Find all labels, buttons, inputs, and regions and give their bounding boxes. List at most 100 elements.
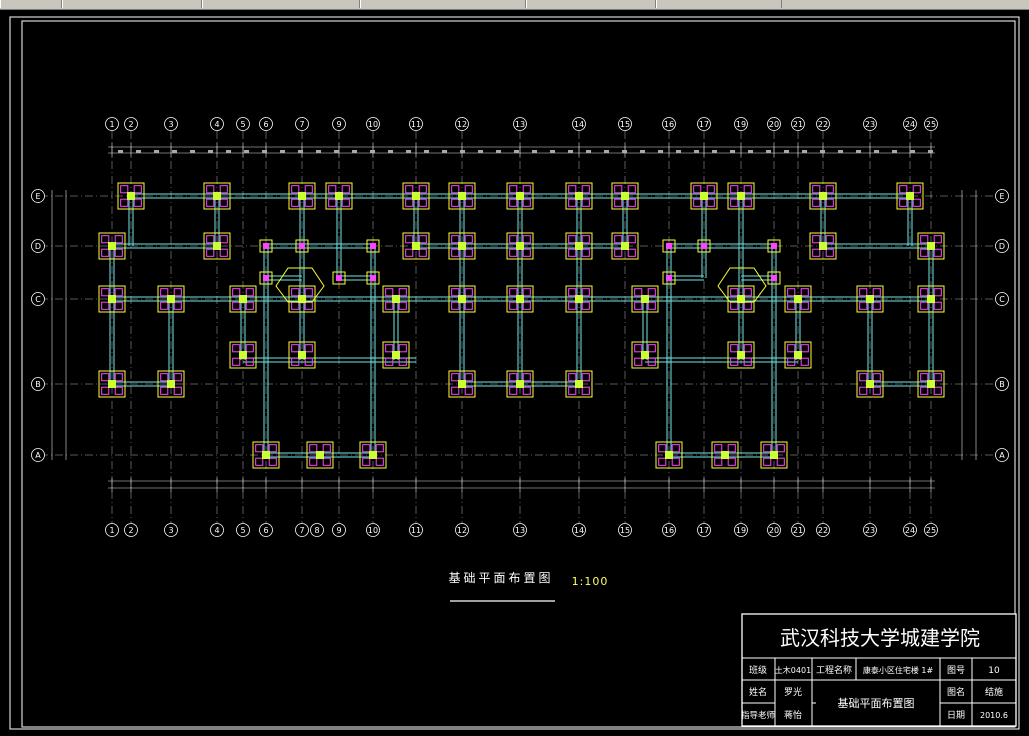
advisor-label: 指导老师 bbox=[741, 710, 776, 721]
wall-hatch bbox=[298, 150, 303, 153]
axis-bubble-top-label: 7 bbox=[299, 120, 304, 129]
axis-bubble-top-label: 12 bbox=[457, 120, 467, 129]
pile bbox=[920, 373, 929, 382]
institution-name: 武汉科技大学城建学院 bbox=[780, 626, 980, 650]
plan-title: 基础平面布置图 bbox=[448, 571, 553, 585]
pile bbox=[245, 344, 254, 353]
column bbox=[392, 351, 400, 359]
pile bbox=[114, 373, 123, 382]
pile bbox=[899, 185, 908, 194]
axis-bubble-top-label: 25 bbox=[926, 120, 936, 129]
pile bbox=[309, 444, 318, 453]
wall-hatch bbox=[640, 150, 645, 153]
axis-bubble-bottom-label: 23 bbox=[865, 526, 875, 535]
pile bbox=[912, 198, 921, 207]
column bbox=[700, 192, 708, 200]
column bbox=[213, 192, 221, 200]
axis-bubble-bottom-label: 17 bbox=[699, 526, 709, 535]
column bbox=[621, 242, 629, 250]
pile bbox=[328, 198, 337, 207]
pile bbox=[614, 198, 623, 207]
column bbox=[721, 451, 729, 459]
pile bbox=[133, 198, 142, 207]
wall-hatch bbox=[424, 150, 429, 153]
axis-bubble-top-label: 16 bbox=[664, 120, 674, 129]
pile bbox=[614, 248, 623, 257]
axis-bubble-bottom-label: 7 bbox=[299, 526, 304, 535]
pile bbox=[133, 185, 142, 194]
toolbar-segment[interactable] bbox=[202, 0, 360, 8]
toolbar-segment[interactable] bbox=[526, 0, 656, 8]
wall-hatch bbox=[856, 150, 861, 153]
pile bbox=[763, 444, 772, 453]
wall-hatch bbox=[262, 150, 267, 153]
axis-bubble-bottom-label: 6 bbox=[263, 526, 268, 535]
date-label: 日期 bbox=[947, 710, 965, 721]
pile bbox=[776, 444, 785, 453]
column bbox=[575, 192, 583, 200]
pile bbox=[509, 185, 518, 194]
column bbox=[906, 192, 914, 200]
pile bbox=[206, 235, 215, 244]
column bbox=[335, 192, 343, 200]
axis-bubble-right-label: D bbox=[999, 242, 1005, 251]
class-value: 土木0401 bbox=[775, 665, 811, 675]
axis-bubble-bottom-label: 9 bbox=[336, 526, 341, 535]
pile bbox=[362, 444, 371, 453]
column bbox=[794, 295, 802, 303]
pile bbox=[232, 357, 241, 366]
axis-bubble-top-label: 9 bbox=[336, 120, 341, 129]
pile bbox=[255, 444, 264, 453]
drawing-title-label: 图名 bbox=[947, 686, 965, 698]
axis-bubble-top-label: 11 bbox=[411, 120, 421, 129]
pile bbox=[263, 275, 269, 281]
plan-scale: 1:100 bbox=[572, 575, 609, 588]
pile bbox=[627, 235, 636, 244]
pile bbox=[647, 344, 656, 353]
pile bbox=[812, 198, 821, 207]
pile bbox=[812, 248, 821, 257]
pile bbox=[666, 275, 672, 281]
toolbar-segment[interactable] bbox=[0, 0, 62, 8]
pile bbox=[872, 301, 881, 310]
wall-hatch bbox=[658, 150, 663, 153]
axis-bubble-left-label: E bbox=[35, 192, 40, 201]
axis-bubble-bottom-label: 14 bbox=[574, 526, 584, 535]
pile bbox=[362, 457, 371, 466]
pile bbox=[671, 457, 680, 466]
pile bbox=[872, 373, 881, 382]
pile bbox=[464, 373, 473, 382]
drawing-name: 基础平面布置图 bbox=[838, 697, 915, 710]
column bbox=[516, 242, 524, 250]
pile bbox=[743, 288, 752, 297]
pile bbox=[771, 275, 777, 281]
pile bbox=[245, 301, 254, 310]
pile bbox=[568, 185, 577, 194]
drawing-canvas[interactable]: 1 1 2 2 3 3 4 4 5 5 6 6 7 7 9 9 10 10 11 11 12 12 13 13 14 14 15 15… bbox=[0, 10, 1029, 732]
column bbox=[575, 295, 583, 303]
axis-bubble-bottom-label: 4 bbox=[214, 526, 219, 535]
pile bbox=[627, 198, 636, 207]
axis-bubble-top-label: 2 bbox=[128, 120, 133, 129]
pile bbox=[418, 198, 427, 207]
pile bbox=[451, 198, 460, 207]
axis-bubble-bottom-label: 15 bbox=[620, 526, 630, 535]
pile bbox=[114, 288, 123, 297]
axis-bubble-right-label: A bbox=[999, 451, 1005, 460]
toolbar-segment[interactable] bbox=[62, 0, 202, 8]
wall-hatch bbox=[352, 150, 357, 153]
toolbar-segment[interactable] bbox=[656, 0, 782, 8]
pile bbox=[114, 235, 123, 244]
pile bbox=[743, 344, 752, 353]
axis-bubble-bottom-label: 12 bbox=[457, 526, 467, 535]
wall-hatch bbox=[730, 150, 735, 153]
pile bbox=[418, 248, 427, 257]
wall-hatch bbox=[910, 150, 915, 153]
toolbar-segment[interactable] bbox=[360, 0, 526, 8]
pile bbox=[825, 248, 834, 257]
pile bbox=[933, 288, 942, 297]
pile bbox=[581, 198, 590, 207]
pile bbox=[714, 444, 723, 453]
pile bbox=[727, 444, 736, 453]
pile bbox=[701, 243, 707, 249]
